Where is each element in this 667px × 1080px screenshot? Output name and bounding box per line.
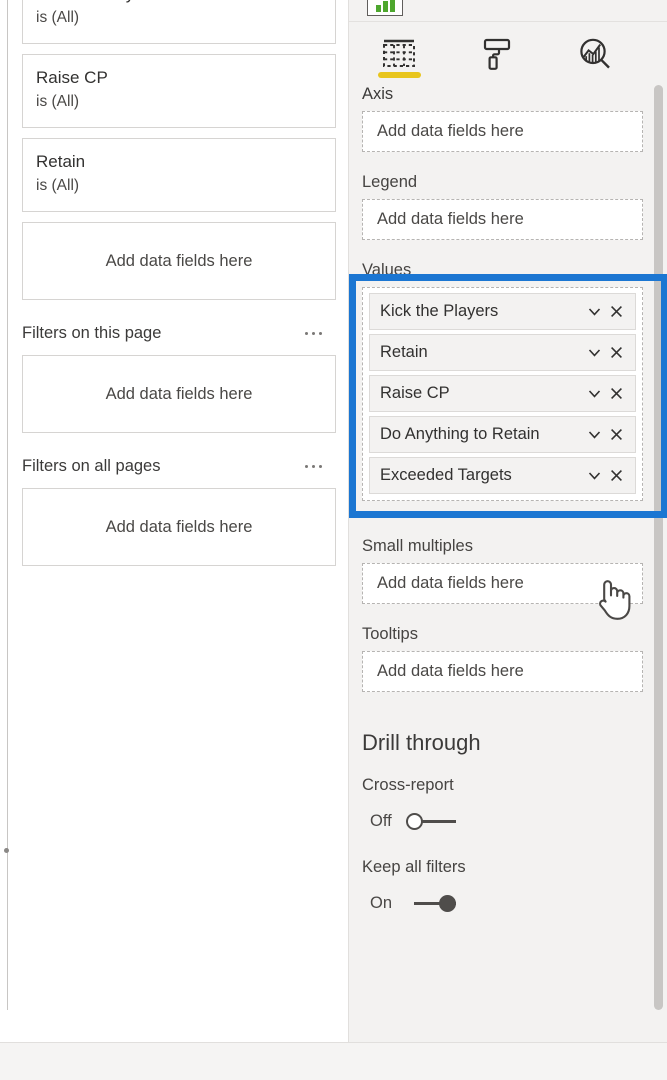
- cross-report-toggle[interactable]: [406, 810, 458, 832]
- values-field-name: Kick the Players: [380, 302, 499, 320]
- active-tab-underline: [378, 72, 421, 78]
- toggle-knob: [439, 895, 456, 912]
- values-field-name: Retain: [380, 343, 428, 361]
- small-multiples-dropzone[interactable]: Add data fields here: [362, 563, 643, 604]
- bar-chart-visual-icon[interactable]: [367, 0, 403, 16]
- ellipsis-icon[interactable]: [303, 459, 325, 475]
- visualizations-tabstrip: [348, 23, 667, 85]
- values-field-pill[interactable]: Raise CP: [369, 375, 636, 412]
- filter-card-title: Raise CP: [36, 68, 108, 87]
- keep-all-filters-state: On: [370, 893, 393, 912]
- filters-pane-body: Kick the Players is (All) Raise CP is (A…: [22, 0, 336, 576]
- values-field-pill[interactable]: Retain: [369, 334, 636, 371]
- values-well-label: Values: [362, 261, 412, 279]
- magnifier-chart-icon: [580, 38, 610, 69]
- bottom-strip: [0, 1042, 667, 1080]
- visualizations-scrollbar-thumb[interactable]: [654, 85, 663, 1010]
- filters-on-this-page-dropzone[interactable]: Add data fields here: [22, 355, 336, 433]
- small-multiples-well-label: Small multiples: [362, 537, 473, 555]
- power-bi-panes-screenshot: Kick the Players is (All) Raise CP is (A…: [0, 0, 667, 1080]
- tooltips-dropzone[interactable]: Add data fields here: [362, 651, 643, 692]
- filter-card-condition: is (All): [36, 9, 80, 26]
- drill-through-title: Drill through: [362, 730, 481, 755]
- cross-report-state: Off: [370, 811, 392, 830]
- filter-card-title: Retain: [36, 152, 86, 171]
- values-field-pill[interactable]: Exceeded Targets: [369, 457, 636, 494]
- filters-pane-rail-handle[interactable]: [4, 848, 9, 853]
- toggle-knob: [406, 813, 423, 830]
- chevron-down-icon[interactable]: [583, 465, 605, 487]
- close-icon[interactable]: [605, 465, 627, 487]
- visualizations-fields-scroll: Axis Add data fields here Legend Add dat…: [348, 85, 667, 1042]
- filter-card-condition: is (All): [36, 93, 80, 110]
- tooltips-well-label: Tooltips: [362, 625, 418, 643]
- close-icon[interactable]: [605, 342, 627, 364]
- values-field-pill[interactable]: Do Anything to Retain: [369, 416, 636, 453]
- ellipsis-icon[interactable]: [303, 326, 325, 342]
- keep-all-filters-toggle-row[interactable]: On: [348, 884, 667, 914]
- chevron-down-icon[interactable]: [583, 301, 605, 323]
- filters-on-this-page-header: Filters on this page: [22, 324, 336, 343]
- visual-filters-dropzone[interactable]: Add data fields here: [22, 222, 336, 300]
- axis-dropzone[interactable]: Add data fields here: [362, 111, 643, 152]
- close-icon[interactable]: [605, 383, 627, 405]
- cross-report-label: Cross-report: [362, 776, 454, 794]
- filter-card-condition: is (All): [36, 177, 80, 194]
- fields-grid-icon: [383, 39, 415, 67]
- analytics-tab[interactable]: [572, 31, 618, 77]
- values-field-pill[interactable]: Kick the Players: [369, 293, 636, 330]
- close-icon[interactable]: [605, 424, 627, 446]
- filters-on-all-pages-header: Filters on all pages: [22, 457, 336, 476]
- filters-on-all-pages-label: Filters on all pages: [22, 457, 161, 475]
- chevron-down-icon[interactable]: [583, 424, 605, 446]
- legend-well-label: Legend: [362, 173, 418, 191]
- filters-pane: Kick the Players is (All) Raise CP is (A…: [0, 0, 348, 1042]
- cross-report-toggle-row[interactable]: Off: [348, 802, 667, 832]
- filter-card[interactable]: Kick the Players is (All): [22, 0, 336, 44]
- format-visual-tab[interactable]: [474, 31, 520, 77]
- chevron-down-icon[interactable]: [583, 383, 605, 405]
- close-icon[interactable]: [605, 301, 627, 323]
- legend-dropzone[interactable]: Add data fields here: [362, 199, 643, 240]
- values-well[interactable]: Kick the Players Retain Raise CP Do Anyt…: [349, 274, 667, 518]
- visual-gallery-strip: [348, 0, 667, 22]
- chevron-down-icon[interactable]: [583, 342, 605, 364]
- filter-card[interactable]: Retain is (All): [22, 138, 336, 212]
- filters-on-all-pages-dropzone[interactable]: Add data fields here: [22, 488, 336, 566]
- filters-on-this-page-label: Filters on this page: [22, 324, 162, 342]
- values-field-name: Raise CP: [380, 384, 450, 402]
- paint-roller-icon: [483, 38, 511, 70]
- filters-pane-rail: [7, 0, 8, 1010]
- visualizations-pane: Axis Add data fields here Legend Add dat…: [348, 0, 667, 1042]
- values-field-name: Do Anything to Retain: [380, 425, 540, 443]
- pane-divider: [348, 0, 349, 1042]
- keep-all-filters-toggle[interactable]: [406, 892, 458, 914]
- axis-well-label: Axis: [362, 85, 394, 103]
- filter-card[interactable]: Raise CP is (All): [22, 54, 336, 128]
- values-field-name: Exceeded Targets: [380, 466, 512, 484]
- build-visual-tab[interactable]: [376, 31, 422, 78]
- keep-all-filters-label: Keep all filters: [362, 858, 466, 876]
